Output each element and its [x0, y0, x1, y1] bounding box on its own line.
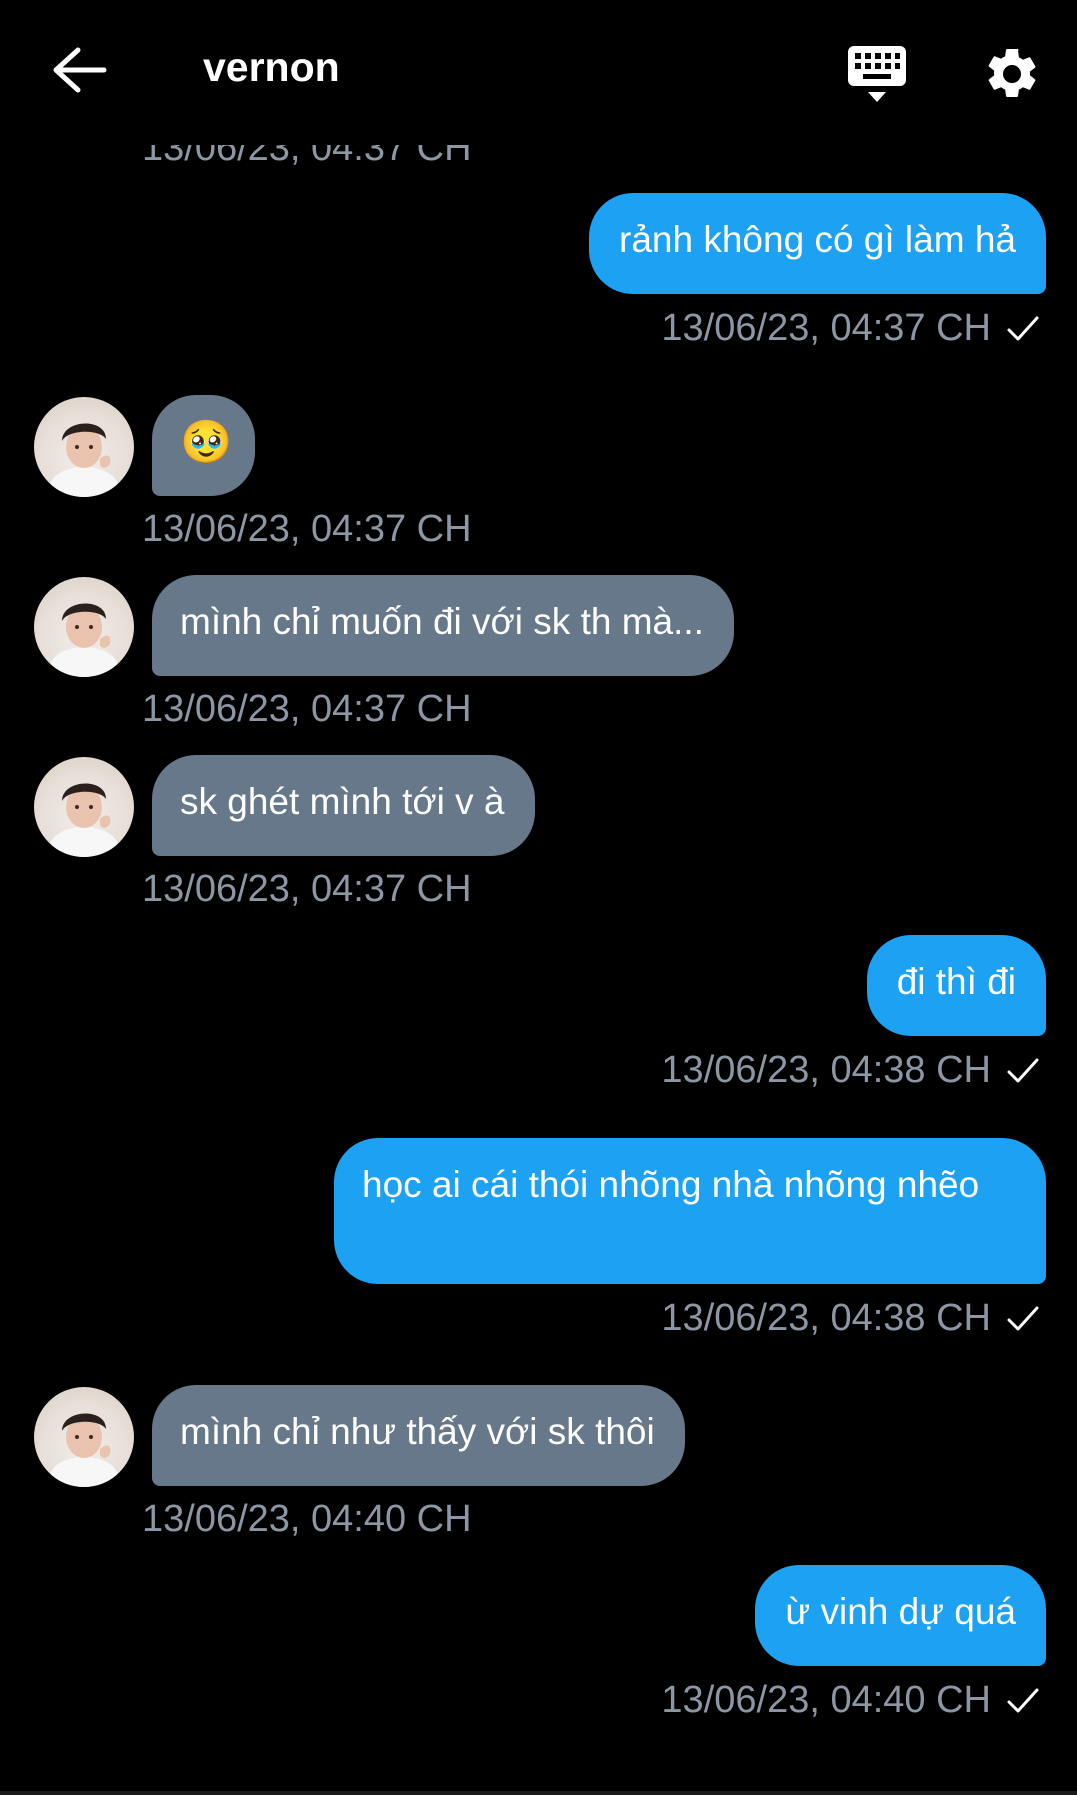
- chat-screen: vernon 13/06/23, 04:37 CH rảnh không có …: [0, 0, 1077, 1795]
- chat-title[interactable]: vernon: [203, 44, 340, 91]
- message-bubble-incoming[interactable]: sk ghét mình tới v à: [152, 755, 535, 856]
- message-bubble-outgoing[interactable]: học ai cái thói nhõng nhà nhõng nhẽo: [334, 1138, 1046, 1284]
- message-bubble-outgoing[interactable]: đi thì đi: [866, 935, 1046, 1036]
- message-row-outgoing: rảnh không có gì làm hả 13/06/23, 04:37 …: [0, 193, 1077, 353]
- message-bubble-incoming[interactable]: 🥹: [152, 395, 255, 496]
- message-row-incoming: mình chỉ như thấy với sk thôi 13/06/23, …: [0, 1385, 1077, 1540]
- timestamp: 13/06/23, 04:40 CH: [661, 1679, 991, 1721]
- timestamp: 13/06/23, 04:37 CH: [142, 868, 472, 910]
- message-row-outgoing: đi thì đi 13/06/23, 04:38 CH: [0, 935, 1077, 1095]
- top-bar: vernon: [0, 0, 1077, 145]
- check-icon: [1007, 1688, 1039, 1713]
- message-row-outgoing: ừ vinh dự quá 13/06/23, 04:40 CH: [0, 1565, 1077, 1725]
- message-row-incoming: mình chỉ muốn đi với sk th mà... 13/06/2…: [0, 575, 1077, 730]
- divider: [0, 1791, 1077, 1795]
- keyboard-icon[interactable]: [846, 44, 908, 106]
- timestamp: 13/06/23, 04:37 CH: [142, 688, 472, 730]
- avatar[interactable]: [34, 397, 134, 497]
- back-arrow-icon[interactable]: [50, 40, 110, 100]
- timestamp: 13/06/23, 04:37 CH: [661, 307, 991, 349]
- message-bubble-outgoing[interactable]: rảnh không có gì làm hả: [589, 193, 1046, 294]
- check-icon: [1007, 1058, 1039, 1083]
- message-bubble-incoming[interactable]: mình chỉ muốn đi với sk th mà...: [152, 575, 734, 676]
- gear-icon[interactable]: [982, 44, 1042, 104]
- message-row-outgoing: học ai cái thói nhõng nhà nhõng nhẽo 13/…: [0, 1138, 1077, 1339]
- timestamp: 13/06/23, 04:38 CH: [661, 1049, 991, 1091]
- message-row-incoming: sk ghét mình tới v à 13/06/23, 04:37 CH: [0, 755, 1077, 910]
- timestamp: 13/06/23, 04:37 CH: [142, 508, 472, 550]
- check-icon: [1007, 316, 1039, 341]
- message-row-incoming: 🥹 13/06/23, 04:37 CH: [0, 395, 1077, 550]
- message-bubble-incoming[interactable]: mình chỉ như thấy với sk thôi: [152, 1385, 685, 1486]
- check-icon: [1007, 1306, 1039, 1331]
- message-bubble-outgoing[interactable]: ừ vinh dự quá: [755, 1565, 1046, 1666]
- avatar[interactable]: [34, 757, 134, 857]
- timestamp: 13/06/23, 04:40 CH: [142, 1498, 472, 1540]
- timestamp: 13/06/23, 04:38 CH: [661, 1297, 991, 1339]
- avatar[interactable]: [34, 577, 134, 677]
- avatar[interactable]: [34, 1387, 134, 1487]
